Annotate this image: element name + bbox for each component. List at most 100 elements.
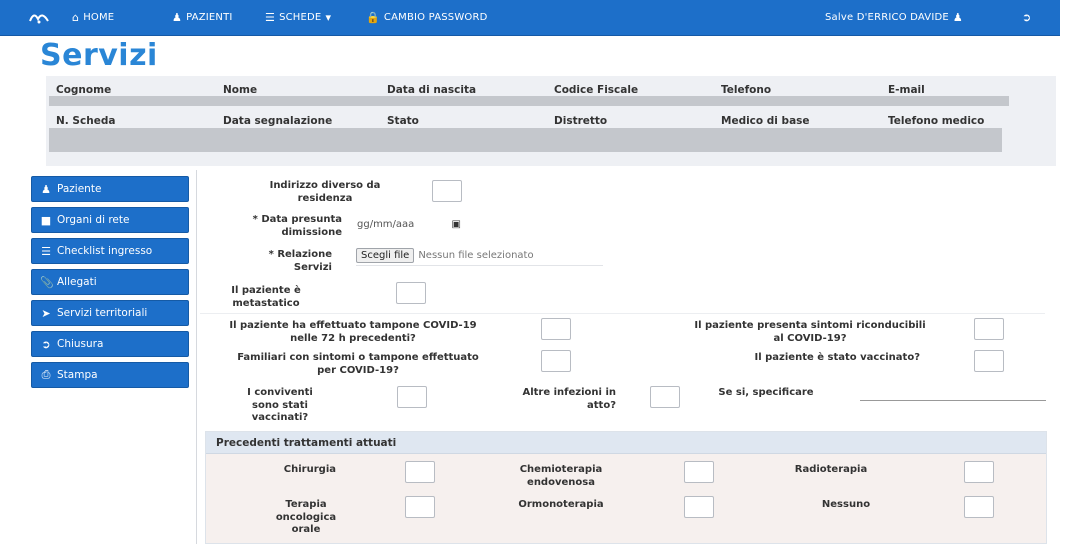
sidebar-item-organi-di-rete[interactable]: ■ Organi di rete	[31, 207, 189, 233]
familiari-label: Familiari con sintomi o tampone effettua…	[237, 352, 479, 376]
page-title: Servizi	[40, 38, 158, 73]
terapia-orale-label: Terapia oncologica orale	[275, 499, 337, 535]
nav-home[interactable]: ⌂ HOME	[72, 12, 114, 23]
patient-data-row	[49, 96, 1009, 106]
treatments-title: Precedenti trattamenti attuati	[206, 432, 1046, 454]
header-data-nascita: Data di nascita	[387, 84, 477, 96]
tampone-label: Il paziente ha effettuato tampone COVID-…	[229, 320, 477, 344]
data-dimissione-label: * Data presunta dimissione	[252, 214, 342, 238]
nessuno-label: Nessuno	[821, 499, 871, 510]
user-icon: ♟	[952, 11, 963, 24]
specificare-input[interactable]	[860, 399, 1046, 401]
user-icon: ♟	[172, 11, 183, 24]
nav-schede-dropdown[interactable]: ☰ SCHEDE ▾	[265, 12, 331, 23]
sidebar-item-servizi-territoriali[interactable]: ➤ Servizi territoriali	[31, 300, 189, 326]
sidebar-item-label: Allegati	[57, 276, 97, 288]
calendar-icon: ▣	[451, 218, 461, 230]
home-icon: ⌂	[72, 11, 80, 24]
header-nome: Nome	[223, 84, 258, 96]
sidebar-item-paziente[interactable]: ♟ Paziente	[31, 176, 189, 202]
list-icon: ☰	[41, 244, 51, 258]
sidebar-item-label: Checklist ingresso	[57, 245, 153, 257]
nav-user[interactable]: Salve D'ERRICO DAVIDE ♟	[825, 12, 963, 23]
user-icon: ♟	[41, 182, 51, 196]
header-email: E-mail	[888, 84, 925, 96]
nav-home-label: HOME	[83, 12, 115, 23]
vaccinato-label: Il paziente è stato vaccinato?	[754, 352, 920, 363]
indirizzo-diverso-checkbox[interactable]	[432, 180, 462, 202]
sidebar-item-label: Servizi territoriali	[57, 307, 148, 319]
relazione-file-input[interactable]: Scegli file Nessun file selezionato	[356, 246, 603, 266]
radioterapia-checkbox[interactable]	[964, 461, 994, 483]
sign-out-icon: ➲	[1022, 11, 1032, 24]
sintomi-checkbox[interactable]	[974, 318, 1004, 340]
header-n-scheda: N. Scheda	[56, 115, 116, 127]
nav-pazienti[interactable]: ♟ PAZIENTI	[172, 12, 233, 23]
nessuno-checkbox[interactable]	[964, 496, 994, 518]
data-dimissione-input[interactable]: gg/mm/aaa ▣	[354, 214, 467, 234]
vaccinato-checkbox[interactable]	[974, 350, 1004, 372]
sintomi-label: Il paziente presenta sintomi riconducibi…	[694, 320, 926, 344]
altre-infezioni-label: Altre infezioni in atto?	[522, 387, 616, 411]
sidebar-item-label: Chiusura	[57, 338, 104, 350]
terapia-orale-checkbox[interactable]	[405, 496, 435, 518]
sidebar-item-allegati[interactable]: 📎 Allegati	[31, 269, 189, 295]
metastatico-checkbox[interactable]	[396, 282, 426, 304]
paperclip-icon: 📎	[40, 275, 54, 289]
nav-cambio-password[interactable]: 🔒 CAMBIO PASSWORD	[366, 12, 488, 23]
header-cognome: Cognome	[56, 84, 112, 96]
radioterapia-label: Radioterapia	[794, 464, 868, 475]
tampone-checkbox[interactable]	[541, 318, 571, 340]
logout-button[interactable]: ➲	[1022, 12, 1031, 23]
sidebar: ♟ Paziente ■ Organi di rete ☰ Checklist …	[31, 176, 189, 393]
header-codice-fiscale: Codice Fiscale	[554, 84, 639, 96]
logo-icon	[29, 14, 49, 24]
header-telefono: Telefono	[721, 84, 772, 96]
chirurgia-label: Chirurgia	[283, 464, 336, 475]
date-placeholder: gg/mm/aaa	[357, 218, 415, 230]
relazione-servizi-label: * Relazione Servizi	[268, 249, 332, 273]
sidebar-item-chiusura[interactable]: ➲ Chiusura	[31, 331, 189, 357]
lock-icon: 🔒	[366, 11, 380, 24]
scheda-data-row	[49, 128, 1002, 152]
ormonoterapia-checkbox[interactable]	[684, 496, 714, 518]
treatments-panel: Precedenti trattamenti attuati Chirurgia…	[205, 431, 1047, 544]
sidebar-item-stampa[interactable]: ⎙ Stampa	[31, 362, 189, 388]
chemioterapia-checkbox[interactable]	[684, 461, 714, 483]
patient-info-panel: Cognome Nome Data di nascita Codice Fisc…	[46, 76, 1056, 166]
choose-file-button[interactable]: Scegli file	[356, 248, 415, 263]
header-stato: Stato	[387, 115, 419, 127]
building-icon: ■	[40, 213, 52, 227]
nav-pazienti-label: PAZIENTI	[186, 12, 233, 23]
altre-infezioni-checkbox[interactable]	[650, 386, 680, 408]
header-distretto: Distretto	[554, 115, 608, 127]
header-data-segnalazione: Data segnalazione	[223, 115, 333, 127]
metastatico-label: Il paziente è metastatico	[231, 285, 301, 309]
logo[interactable]	[28, 9, 50, 25]
ormonoterapia-label: Ormonoterapia	[518, 499, 604, 510]
row-divider	[200, 313, 1045, 314]
top-navbar: ⌂ HOME ♟ PAZIENTI ☰ SCHEDE ▾ 🔒 CAMBIO PA…	[0, 0, 1060, 36]
user-greeting: Salve D'ERRICO DAVIDE	[825, 12, 949, 23]
header-medico-base: Medico di base	[721, 115, 810, 127]
sidebar-item-label: Organi di rete	[57, 214, 130, 226]
chirurgia-checkbox[interactable]	[405, 461, 435, 483]
sidebar-item-label: Stampa	[57, 369, 98, 381]
arrow-right-icon: ➤	[41, 306, 51, 320]
header-telefono-medico: Telefono medico	[888, 115, 985, 127]
indirizzo-diverso-label: Indirizzo diverso da residenza	[269, 180, 381, 204]
chemioterapia-label: Chemioterapia endovenosa	[519, 464, 603, 488]
content-divider	[196, 170, 197, 544]
print-icon: ⎙	[41, 368, 51, 381]
nav-cambio-password-label: CAMBIO PASSWORD	[383, 12, 488, 23]
familiari-checkbox[interactable]	[541, 350, 571, 372]
file-status: Nessun file selezionato	[418, 250, 534, 261]
specificare-label: Se si, specificare	[718, 387, 814, 398]
nav-schede-label: SCHEDE	[279, 12, 322, 23]
list-icon: ☰	[265, 11, 276, 24]
conviventi-checkbox[interactable]	[397, 386, 427, 408]
caret-down-icon: ▾	[325, 11, 332, 24]
conviventi-label: I conviventi sono stati vaccinati?	[247, 387, 313, 423]
sidebar-item-label: Paziente	[57, 183, 102, 195]
sidebar-item-checklist-ingresso[interactable]: ☰ Checklist ingresso	[31, 238, 189, 264]
